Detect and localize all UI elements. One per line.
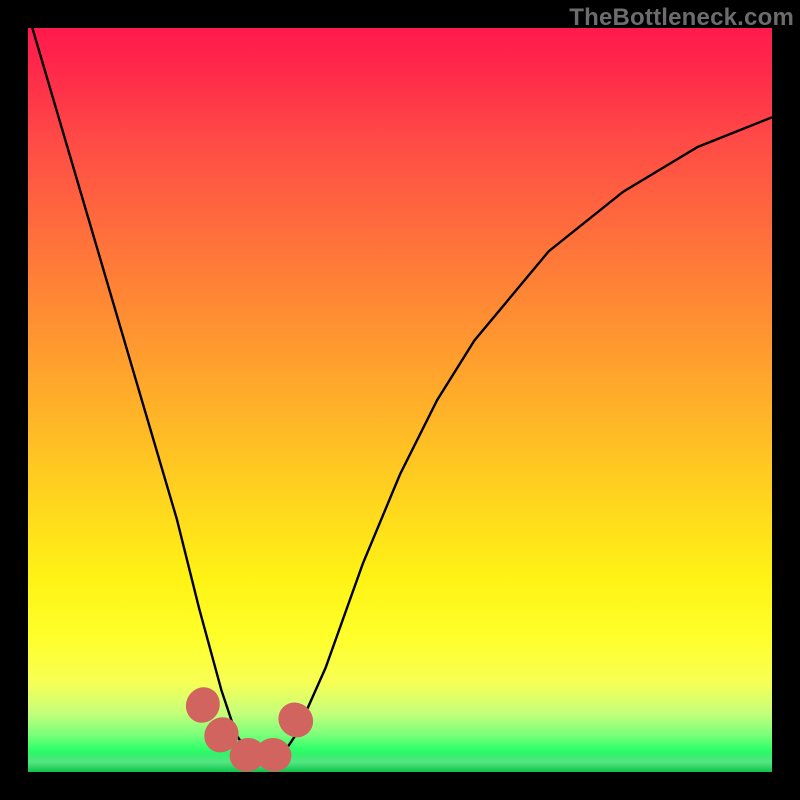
attribution-text: TheBottleneck.com	[569, 4, 794, 32]
curve-marker	[271, 695, 320, 744]
chart-frame: TheBottleneck.com	[0, 0, 800, 800]
marker-group	[180, 682, 320, 777]
chart-svg	[28, 28, 772, 772]
curve-marker	[252, 734, 295, 776]
plot-area	[28, 28, 772, 772]
bottleneck-curve	[28, 13, 772, 765]
